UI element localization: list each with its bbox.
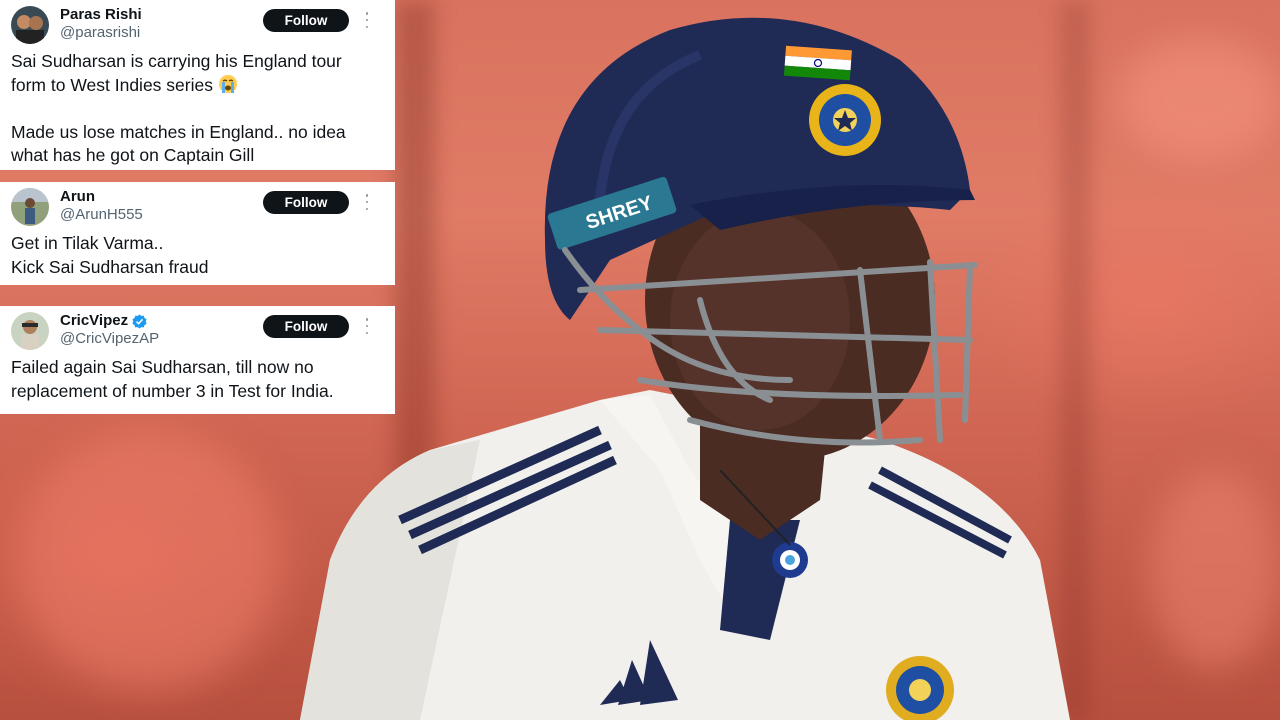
tweet-text: Failed again Sai Sudharsan, till now no … (11, 357, 334, 401)
user-handle[interactable]: @CricVipezAP (60, 330, 159, 348)
tweet-header: Arun @ArunH555 Follow (11, 188, 383, 228)
display-name[interactable]: Arun (60, 188, 95, 206)
india-flag-icon (783, 45, 852, 81)
follow-button[interactable]: Follow (263, 315, 349, 338)
tweet-header: CricVipez @CricVipezAP Follow (11, 312, 383, 352)
follow-button[interactable]: Follow (263, 191, 349, 214)
tweet-card[interactable]: Arun @ArunH555 Follow Get in Tilak Varma… (0, 182, 395, 285)
loudly-crying-face-emoji (218, 74, 237, 93)
avatar[interactable] (11, 6, 49, 44)
follow-button[interactable]: Follow (263, 9, 349, 32)
display-name[interactable]: CricVipez (60, 312, 147, 330)
more-options-icon[interactable] (365, 194, 369, 210)
display-name[interactable]: Paras Rishi (60, 6, 142, 24)
avatar[interactable] (11, 312, 49, 350)
tweet-card[interactable]: CricVipez @CricVipezAP Follow Failed aga… (0, 306, 395, 414)
user-handle[interactable]: @parasrishi (60, 24, 140, 42)
tweet-text: Get in Tilak Varma.. Kick Sai Sudharsan … (11, 233, 209, 277)
bcci-logo-icon (809, 84, 881, 156)
tweet-card[interactable]: Paras Rishi @parasrishi Follow Sai Sudha… (0, 0, 395, 170)
more-options-icon[interactable] (365, 12, 369, 28)
more-options-icon[interactable] (365, 318, 369, 334)
verified-badge-icon (132, 313, 147, 329)
tweet-text: Sai Sudharsan is carrying his England to… (11, 51, 346, 165)
avatar[interactable] (11, 188, 49, 226)
user-handle[interactable]: @ArunH555 (60, 206, 143, 224)
tweet-header: Paras Rishi @parasrishi Follow (11, 6, 383, 46)
